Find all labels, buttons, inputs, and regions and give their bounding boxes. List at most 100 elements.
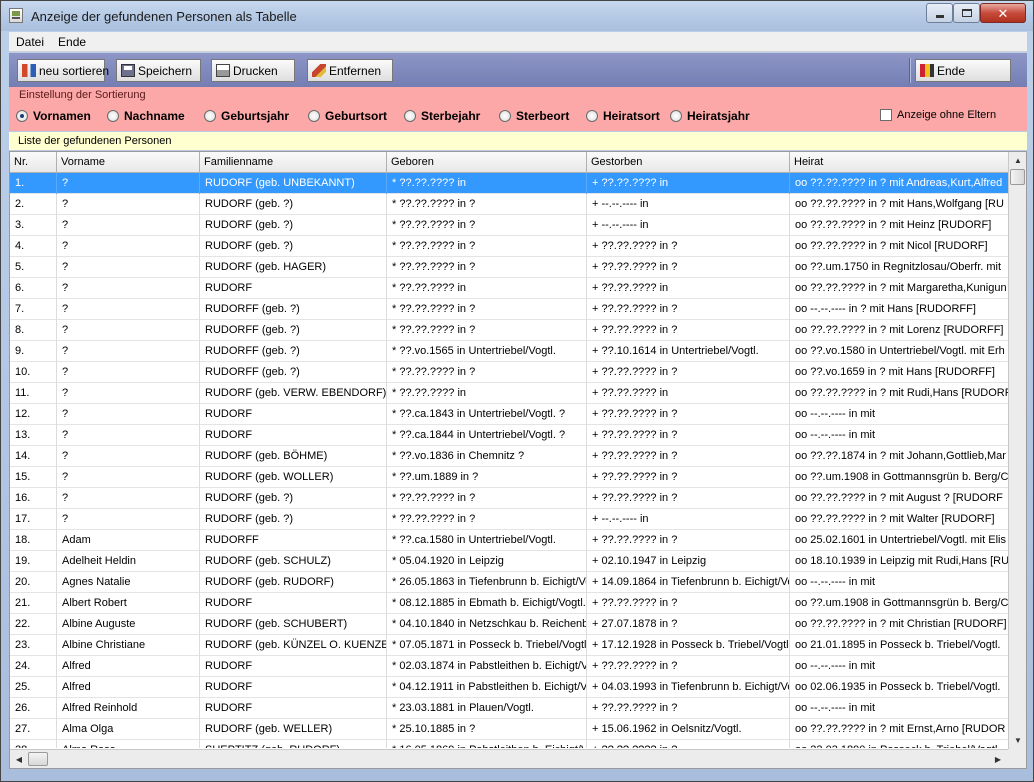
cell-vorname: ? xyxy=(57,257,200,278)
cell-geboren: * ??.ca.1843 in Untertriebel/Vogtl. ? xyxy=(387,404,587,425)
table-row[interactable]: 4.? RUDORF (geb. ?) * ??.??.???? in ? + ??.… xyxy=(10,236,1008,257)
sort-radio-heiratsort[interactable]: Heiratsort xyxy=(586,109,660,123)
table-row[interactable]: 11.? RUDORF (geb. VERW. EBENDORF) * ??.??.… xyxy=(10,383,1008,404)
table-row[interactable]: 26. Alfred Reinhold RUDORF * 23.03.1881 in … xyxy=(10,698,1008,719)
remove-label: Entfernen xyxy=(329,63,382,78)
radio-button-icon xyxy=(107,110,119,122)
cell-familienname: RUDORF xyxy=(200,593,387,614)
sort-radio-vornamen[interactable]: Vornamen xyxy=(16,109,91,123)
resort-button[interactable]: neu sortieren xyxy=(17,59,109,82)
table-row[interactable]: 12.? RUDORF * ??.ca.1843 in Untertriebel/V… xyxy=(10,404,1008,425)
show-without-parents-checkbox[interactable]: Anzeige ohne Eltern xyxy=(880,109,996,121)
cell-vorname: ? xyxy=(57,194,200,215)
table-row[interactable]: 17.? RUDORF (geb. ?) * ??.??.???? in ? + --… xyxy=(10,509,1008,530)
column-header-gestorben[interactable]: Gestorben xyxy=(587,152,790,173)
cell-nr: 23. xyxy=(10,635,57,656)
menu-ende[interactable]: Ende xyxy=(51,35,93,49)
cell-gestorben: + 27.07.1878 in ? xyxy=(587,614,790,635)
table-row[interactable]: 13.? RUDORF * ??.ca.1844 in Untertriebel/V… xyxy=(10,425,1008,446)
sort-radio-geburtsort[interactable]: Geburtsort xyxy=(308,109,387,123)
radio-button-icon xyxy=(586,110,598,122)
cell-gestorben: + ??.??.???? in ? xyxy=(587,530,790,551)
minimize-button[interactable] xyxy=(926,3,953,23)
table-row[interactable]: 8.? RUDORFF (geb. ?) * ??.??.???? in ? + ??… xyxy=(10,320,1008,341)
remove-button[interactable]: Entfernen xyxy=(307,59,393,82)
horizontal-scroll-thumb[interactable] xyxy=(28,752,48,766)
horizontal-scrollbar[interactable]: ◀ ▶ xyxy=(10,749,1008,768)
title-bar[interactable]: Anzeige der gefundenen Personen als Tabe… xyxy=(1,1,1033,31)
sort-radio-geburtsjahr[interactable]: Geburtsjahr xyxy=(204,109,289,123)
radio-button-icon xyxy=(16,110,28,122)
cell-familienname: RUDORF (geb. BÖHME) xyxy=(200,446,387,467)
table-row[interactable]: 3.? RUDORF (geb. ?) * ??.??.???? in ? + --.… xyxy=(10,215,1008,236)
table-row[interactable]: 18. Adam RUDORFF * ??.ca.1580 in Untertrieb… xyxy=(10,530,1008,551)
table-row[interactable]: 27. Alma Olga RUDORF (geb. WELLER) * 25.10.… xyxy=(10,719,1008,740)
scroll-right-arrow-icon[interactable]: ▶ xyxy=(990,751,1006,767)
cell-gestorben: + ??.??.???? in ? xyxy=(587,257,790,278)
exit-button[interactable]: Ende xyxy=(915,59,1011,82)
app-icon[interactable] xyxy=(9,8,23,23)
table-row[interactable]: 23. Albine Christiane RUDORF (geb. KÜNZEL … xyxy=(10,635,1008,656)
table-row[interactable]: 20. Agnes Natalie RUDORF (geb. RUDORF) * 26… xyxy=(10,572,1008,593)
table-row[interactable]: 2.? RUDORF (geb. ?) * ??.??.???? in ? + --.… xyxy=(10,194,1008,215)
table-row[interactable]: 9.? RUDORFF (geb. ?) * ??.vo.1565 in Unter… xyxy=(10,341,1008,362)
cell-vorname: Alma Rosa xyxy=(57,740,200,748)
column-header-heirat[interactable]: Heirat xyxy=(790,152,1008,173)
cell-familienname: SUEPTITZ (geb. RUDORF) xyxy=(200,740,387,748)
cell-geboren: * ??.??.???? in ? xyxy=(387,362,587,383)
checkbox-label: Anzeige ohne Eltern xyxy=(897,109,997,121)
column-header-vorname[interactable]: Vorname xyxy=(57,152,200,173)
table-row[interactable]: 19. Adelheit Heldin RUDORF (geb. SCHULZ) * … xyxy=(10,551,1008,572)
table-row[interactable]: 5.? RUDORF (geb. HAGER) * ??.??.???? in ? +… xyxy=(10,257,1008,278)
cell-familienname: RUDORF (geb. SCHULZ) xyxy=(200,551,387,572)
table-row[interactable]: 15.? RUDORF (geb. WOLLER) * ??.um.1889 in … xyxy=(10,467,1008,488)
cell-vorname: ? xyxy=(57,173,200,194)
column-header-nr[interactable]: Nr. xyxy=(10,152,57,173)
cell-gestorben: + ??.??.???? in xyxy=(587,173,790,194)
cell-vorname: ? xyxy=(57,509,200,530)
scroll-left-arrow-icon[interactable]: ◀ xyxy=(11,751,27,767)
maximize-button[interactable] xyxy=(953,3,980,23)
close-button[interactable]: ✕ xyxy=(980,3,1026,23)
table-row[interactable]: 14.? RUDORF (geb. BÖHME) * ??.vo.1836 in C… xyxy=(10,446,1008,467)
save-label: Speichern xyxy=(138,63,193,78)
cell-geboren: * ??.um.1889 in ? xyxy=(387,467,587,488)
table-row[interactable]: 7.? RUDORFF (geb. ?) * ??.??.???? in ? + ??… xyxy=(10,299,1008,320)
table-row[interactable]: 28.Alma RosaSUEPTITZ (geb. RUDORF)* 16.0… xyxy=(10,740,1008,748)
sort-radio-nachname[interactable]: Nachname xyxy=(107,109,185,123)
table-row[interactable]: 1.? RUDORF (geb. UNBEKANNT) * ??.??.???? i… xyxy=(10,173,1008,194)
cell-familienname: RUDORF (geb. HAGER) xyxy=(200,257,387,278)
menu-datei[interactable]: Datei xyxy=(9,35,51,49)
cell-gestorben: + ??.??.???? in ? xyxy=(587,698,790,719)
radio-button-icon xyxy=(308,110,320,122)
radio-label: Heiratsort xyxy=(603,109,660,123)
cell-gestorben: + ??.??.???? in ? xyxy=(587,404,790,425)
print-button[interactable]: Drucken xyxy=(211,59,295,82)
save-icon xyxy=(121,64,135,77)
table-row[interactable]: 6.? RUDORF * ??.??.???? in + ??.??.???? in o… xyxy=(10,278,1008,299)
table-row[interactable]: 22. Albine Auguste RUDORF (geb. SCHUBERT) *… xyxy=(10,614,1008,635)
close-icon: ✕ xyxy=(997,5,1009,21)
table-row[interactable]: 10.? RUDORFF (geb. ?) * ??.??.???? in ? + ?… xyxy=(10,362,1008,383)
column-header-geboren[interactable]: Geboren xyxy=(387,152,587,173)
cell-familienname: RUDORF (geb. UNBEKANNT) xyxy=(200,173,387,194)
sort-radio-heiratsjahr[interactable]: Heiratsjahr xyxy=(670,109,750,123)
table-row[interactable]: 21. Albert Robert RUDORF * 08.12.1885 in Eb… xyxy=(10,593,1008,614)
sort-radio-sterbejahr[interactable]: Sterbejahr xyxy=(404,109,480,123)
table-row[interactable]: 16.? RUDORF (geb. ?) * ??.??.???? in ? + ??… xyxy=(10,488,1008,509)
scroll-down-arrow-icon[interactable]: ▼ xyxy=(1010,732,1026,748)
cell-gestorben: + ??.??.???? in ? xyxy=(587,446,790,467)
cell-nr: 15. xyxy=(10,467,57,488)
cell-geboren: * 04.12.1911 in Pabstleithen b. Eichigt/… xyxy=(387,677,587,698)
table-row[interactable]: 25. Alfred RUDORF * 04.12.1911 in Pabstleit… xyxy=(10,677,1008,698)
vertical-scroll-thumb[interactable] xyxy=(1010,169,1025,185)
scroll-up-arrow-icon[interactable]: ▲ xyxy=(1010,152,1026,168)
cell-geboren: * ??.??.???? in xyxy=(387,173,587,194)
cell-nr: 21. xyxy=(10,593,57,614)
table-row[interactable]: 24. Alfred RUDORF * 02.03.1874 in Pabstleit… xyxy=(10,656,1008,677)
cell-heirat: oo ??.??.???? in ? mit Nicol [RUDORF] xyxy=(795,240,988,252)
sort-radio-sterbeort[interactable]: Sterbeort xyxy=(499,109,569,123)
column-header-familienname[interactable]: Familienname xyxy=(200,152,387,173)
vertical-scrollbar[interactable]: ▲ ▼ xyxy=(1008,152,1026,749)
save-button[interactable]: Speichern xyxy=(116,59,201,82)
